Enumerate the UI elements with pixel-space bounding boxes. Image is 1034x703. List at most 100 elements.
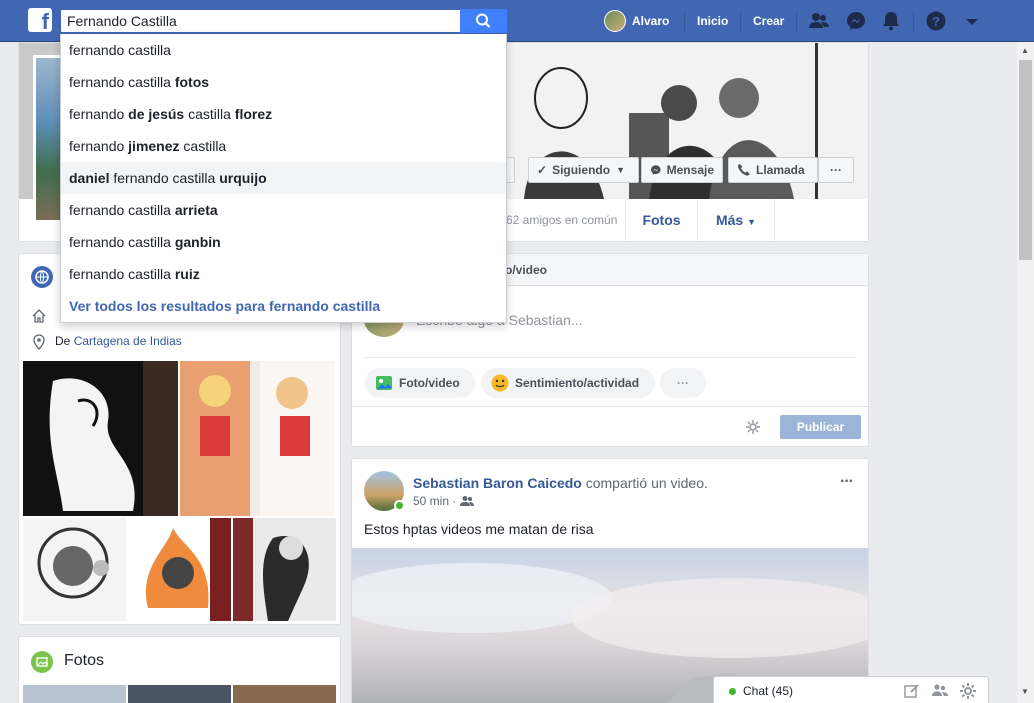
- facebook-logo[interactable]: f: [28, 8, 52, 32]
- notifications-icon[interactable]: [880, 10, 902, 32]
- chat-bar[interactable]: Chat (45): [713, 676, 989, 703]
- feeling-activity-label: Sentimiento/actividad: [515, 376, 640, 390]
- following-button[interactable]: ✓ Siguiendo ▼: [528, 157, 639, 183]
- suggestion-text: fernando castilla: [69, 202, 175, 218]
- tab-more[interactable]: Más ▼: [697, 199, 775, 241]
- call-label: Llamada: [756, 163, 805, 177]
- suggestion-bold-text: daniel: [69, 170, 110, 186]
- online-status-dot: [394, 500, 405, 511]
- hometown-line: De Cartagena de Indias: [55, 334, 182, 348]
- profile-name: Alvaro: [632, 14, 670, 28]
- featured-photo-4[interactable]: [128, 518, 231, 621]
- svg-text:?: ?: [932, 14, 940, 29]
- search-suggestion-item[interactable]: fernando castilla fotos: [61, 66, 506, 98]
- message-label: Mensaje: [666, 163, 714, 177]
- page-scrollbar[interactable]: ▲ ▼: [1017, 42, 1034, 703]
- settings-gear-icon[interactable]: [746, 420, 760, 434]
- see-all-results-link[interactable]: Ver todos los resultados para fernando c…: [61, 290, 506, 322]
- search-icon: [476, 13, 491, 28]
- caret-down-icon: ▼: [616, 165, 625, 175]
- featured-photo-2[interactable]: [180, 361, 335, 516]
- photo-video-button[interactable]: Foto/video: [365, 368, 475, 398]
- search-suggestion-item[interactable]: fernando de jesús castilla florez: [61, 98, 506, 130]
- search-suggestions-dropdown: fernando castilla fernando castilla fotos…: [60, 34, 507, 323]
- more-composer-options-button[interactable]: ···: [660, 368, 706, 398]
- scroll-up-arrow-icon[interactable]: ▲: [1021, 46, 1029, 55]
- chat-label: Chat (45): [743, 684, 794, 698]
- chat-settings-gear-icon[interactable]: [960, 683, 976, 699]
- image-icon: [376, 376, 392, 390]
- search-suggestion-item[interactable]: fernando castilla ganbin: [61, 226, 506, 258]
- online-dot: [729, 687, 736, 695]
- photo-thumbnail[interactable]: [23, 685, 126, 703]
- suggestion-text: castilla: [184, 106, 235, 122]
- mutual-friends-count[interactable]: 62 amigos en común: [506, 199, 617, 241]
- suggestion-bold-text: ganbin: [174, 234, 221, 250]
- call-button[interactable]: Llamada: [728, 157, 818, 183]
- search-suggestion-item[interactable]: fernando castilla arrieta: [61, 194, 506, 226]
- messenger-icon: [651, 165, 661, 175]
- smiley-icon: [491, 374, 509, 392]
- photo-thumbnail[interactable]: [233, 685, 336, 703]
- create-group-icon[interactable]: [931, 683, 949, 699]
- home-link[interactable]: Inicio: [697, 0, 728, 42]
- new-message-icon[interactable]: [904, 683, 920, 699]
- suggestion-text: fernando castilla: [69, 234, 175, 250]
- photos-card: Fotos: [18, 636, 341, 703]
- tab-photo-video[interactable]: to/video: [501, 263, 547, 277]
- publish-button[interactable]: Publicar: [780, 415, 861, 439]
- search-suggestion-item[interactable]: fernando castilla: [61, 34, 506, 66]
- suggestion-text: fernando castilla: [69, 42, 171, 58]
- message-button[interactable]: Mensaje: [641, 157, 723, 183]
- suggestion-text: fernando: [69, 106, 129, 122]
- featured-photo-3[interactable]: [23, 518, 126, 621]
- suggestion-text: fernando castilla: [69, 266, 175, 282]
- search-button[interactable]: [460, 9, 507, 33]
- hometown-prefix: De: [55, 334, 71, 348]
- globe-icon: [31, 266, 53, 288]
- featured-photo-1[interactable]: [23, 361, 178, 516]
- photos-title[interactable]: Fotos: [64, 651, 104, 671]
- location-pin-icon: [33, 334, 45, 350]
- drawing-thumbnail: [233, 518, 309, 621]
- friend-requests-icon[interactable]: [808, 10, 830, 32]
- more-dots: ···: [677, 376, 689, 390]
- messenger-icon[interactable]: [845, 10, 867, 32]
- help-icon[interactable]: ?: [925, 10, 947, 32]
- tab-more-label: Más: [715, 212, 744, 228]
- search-suggestion-item[interactable]: daniel fernando castilla urquijo: [61, 162, 506, 194]
- tab-photos[interactable]: Fotos: [625, 199, 697, 241]
- featured-photo-5[interactable]: [233, 518, 336, 621]
- photo-thumbnail[interactable]: [128, 685, 231, 703]
- profile-link[interactable]: Alvaro: [604, 0, 669, 42]
- create-link[interactable]: Crear: [753, 0, 784, 42]
- feeling-activity-button[interactable]: Sentimiento/actividad: [481, 368, 655, 398]
- post-meta: 50 min ·: [413, 494, 475, 508]
- more-options-button[interactable]: ···: [818, 157, 854, 183]
- divider: [913, 11, 914, 31]
- account-menu-chevron-down-icon[interactable]: [961, 10, 983, 32]
- drawing-thumbnail: [180, 361, 335, 516]
- search-input[interactable]: Fernando Castilla: [60, 9, 461, 33]
- friends-audience-icon[interactable]: [460, 495, 475, 507]
- post-options-button[interactable]: ···: [840, 473, 854, 491]
- caret-down-icon: ▼: [747, 217, 757, 227]
- post-timestamp[interactable]: 50 min ·: [413, 494, 456, 508]
- scrollbar-thumb[interactable]: [1019, 60, 1032, 260]
- suggestion-bold-text: de jesús: [128, 106, 185, 122]
- post-text: Estos hptas videos me matan de risa: [364, 521, 594, 537]
- check-icon: ✓: [537, 163, 548, 177]
- suggestion-bold-text: ruiz: [174, 266, 200, 282]
- search-suggestion-item[interactable]: fernando castilla ruiz: [61, 258, 506, 290]
- search-suggestion-item[interactable]: fernando jimenez castilla: [61, 130, 506, 162]
- divider: [796, 11, 797, 31]
- suggestion-bold-text: fotos: [174, 74, 210, 90]
- home-icon: [32, 309, 46, 323]
- suggestion-text: fernando: [69, 138, 129, 154]
- suggestion-bold-text: jimenez: [128, 138, 180, 154]
- post-author-link[interactable]: Sebastian Baron Caicedo: [413, 475, 582, 491]
- hometown-link[interactable]: Cartagena de Indias: [74, 334, 182, 348]
- photo-video-label: Foto/video: [399, 376, 460, 390]
- scroll-down-arrow-icon[interactable]: ▼: [1021, 687, 1029, 696]
- phone-icon: [737, 163, 750, 176]
